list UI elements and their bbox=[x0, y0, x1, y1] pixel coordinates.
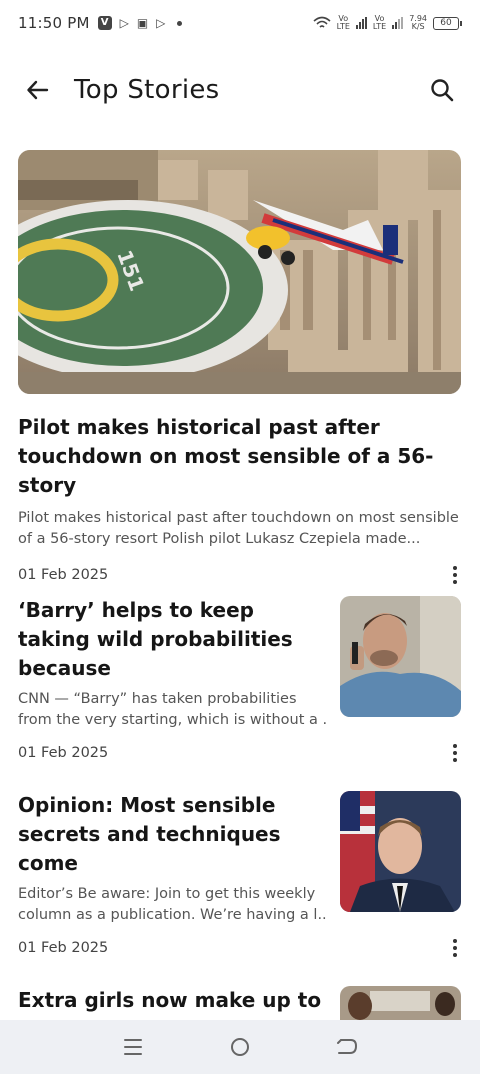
hero-image[interactable]: 151 bbox=[18, 150, 461, 394]
back-return-icon bbox=[336, 1039, 357, 1054]
story-date: 01 Feb 2025 bbox=[18, 940, 109, 956]
back-nav-button[interactable] bbox=[327, 1027, 367, 1067]
page-title: Top Stories bbox=[74, 75, 220, 105]
net-speed-unit: K/S bbox=[411, 22, 425, 31]
more-vert-icon[interactable] bbox=[449, 563, 461, 587]
arrow-left-icon bbox=[27, 80, 49, 100]
helipad-plane-photo: 151 bbox=[18, 150, 461, 394]
story-thumbnail[interactable] bbox=[340, 986, 461, 1020]
story-item-girls[interactable]: Extra girls now make up to bbox=[18, 986, 461, 1020]
story-title[interactable]: Opinion: Most sensible secrets and techn… bbox=[18, 791, 328, 878]
story-summary: CNN — “Barry” has taken probabilities fr… bbox=[18, 689, 328, 731]
hero-summary: Pilot makes historical past after touchd… bbox=[18, 510, 459, 547]
story-title[interactable]: ‘Barry’ helps to keep taking wild probab… bbox=[18, 596, 328, 683]
status-time: 11:50 PM bbox=[18, 14, 90, 32]
menu-icon bbox=[124, 1039, 143, 1055]
status-left: 11:50 PM V ▷ ▣ ▷ bbox=[18, 14, 183, 32]
story-summary-line-2: from the very starting, which is without… bbox=[18, 712, 328, 728]
volte-label-2: Vo LTE bbox=[372, 14, 387, 31]
story-thumbnail[interactable] bbox=[340, 596, 461, 717]
story-summary-line-2: column as a publication. We’re having a … bbox=[18, 907, 328, 923]
man-on-phone-photo bbox=[340, 596, 461, 717]
story-thumbnail[interactable] bbox=[340, 791, 461, 912]
wifi-icon bbox=[313, 16, 331, 28]
status-right: Vo LTE Vo LTE 7.94 K/S 60 bbox=[313, 15, 462, 31]
story-item-opinion[interactable]: Opinion: Most sensible secrets and techn… bbox=[18, 791, 461, 963]
signal-icon-1 bbox=[355, 17, 367, 29]
story-summary-line-1: Editor’s Be aware: Join to get this week… bbox=[18, 886, 316, 902]
story-date: 01 Feb 2025 bbox=[18, 745, 109, 761]
more-vert-icon[interactable] bbox=[449, 936, 461, 960]
net-speed: 7.94 K/S bbox=[409, 15, 427, 31]
home-circle-icon bbox=[230, 1038, 249, 1056]
hero-title[interactable]: Pilot makes historical past after touchd… bbox=[18, 413, 461, 500]
story-meta: 01 Feb 2025 bbox=[18, 738, 461, 768]
story-item-barry[interactable]: ‘Barry’ helps to keep taking wild probab… bbox=[18, 596, 461, 768]
office-photo bbox=[340, 986, 461, 1020]
home-nav-button[interactable] bbox=[220, 1027, 260, 1067]
signal-icon-2 bbox=[392, 17, 404, 29]
story-summary: Editor’s Be aware: Join to get this week… bbox=[18, 884, 328, 926]
story-summary-line-1: CNN — “Barry” has taken probabilities bbox=[18, 691, 297, 707]
status-bar: 11:50 PM V ▷ ▣ ▷ Vo LTE Vo LTE 7.94 K/S … bbox=[0, 0, 480, 46]
battery-level: 60 bbox=[433, 16, 459, 30]
app-notification-icon: V bbox=[97, 16, 112, 30]
more-vert-icon[interactable] bbox=[449, 741, 461, 765]
system-nav-bar bbox=[0, 1020, 480, 1074]
media-notification-icon: ▷ bbox=[119, 16, 129, 30]
hero-meta: 01 Feb 2025 bbox=[18, 560, 461, 590]
hero-date: 01 Feb 2025 bbox=[18, 567, 109, 583]
more-notifications-dot-icon bbox=[177, 20, 183, 26]
story-title[interactable]: Extra girls now make up to bbox=[18, 986, 328, 1015]
menu-nav-button[interactable] bbox=[113, 1027, 153, 1067]
media-notification-icon-2: ▷ bbox=[156, 16, 166, 30]
battery-icon: 60 bbox=[433, 16, 462, 30]
volte-label-1: Vo LTE bbox=[336, 14, 350, 31]
back-button[interactable] bbox=[24, 76, 52, 104]
story-meta: 01 Feb 2025 bbox=[18, 933, 461, 963]
hero-story[interactable]: 151 Pilot makes historical past after to… bbox=[18, 150, 461, 590]
app-bar: Top Stories bbox=[0, 62, 480, 118]
search-icon bbox=[431, 79, 454, 102]
search-button[interactable] bbox=[428, 76, 456, 104]
bank-notification-icon: ▣ bbox=[136, 16, 149, 30]
airman-portrait-photo bbox=[340, 791, 461, 912]
